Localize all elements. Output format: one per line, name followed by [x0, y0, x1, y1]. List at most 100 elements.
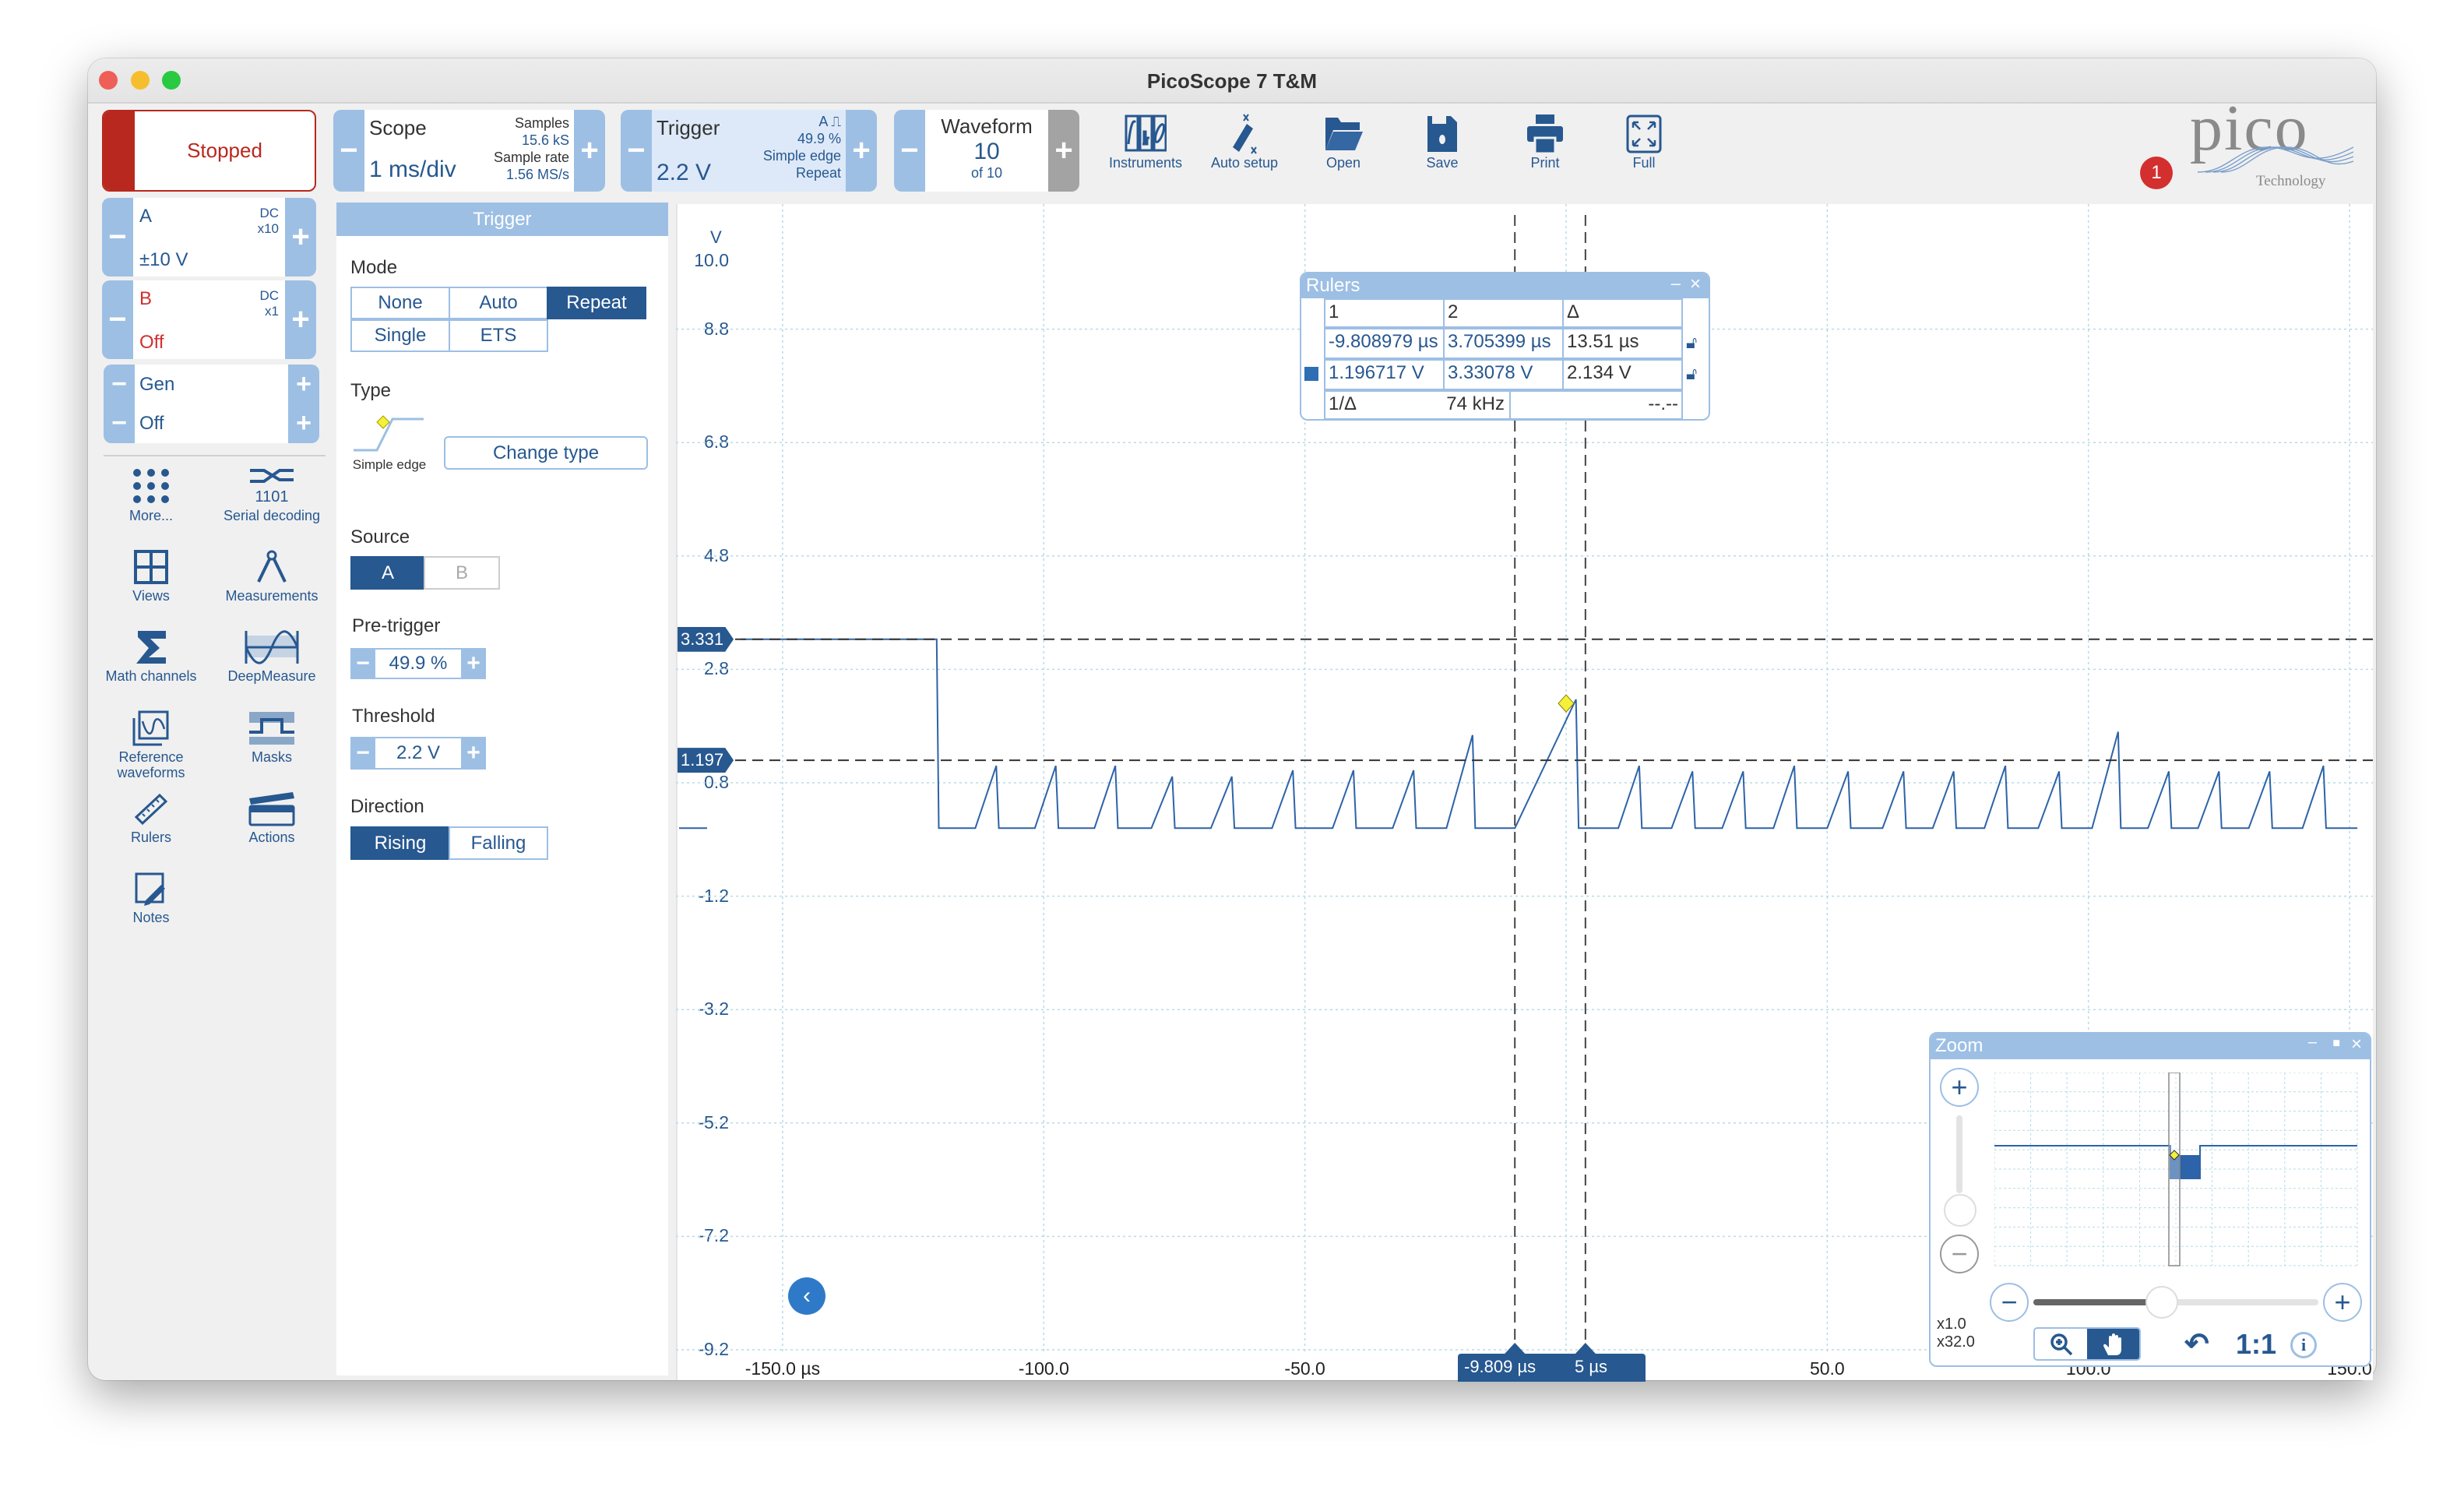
ruler-voltage-delta: 2.134 V [1562, 359, 1683, 390]
generator-increase-bottom[interactable]: + [288, 403, 319, 443]
source-a-button[interactable]: A [350, 556, 425, 590]
auto-setup-button[interactable]: Auto setup [1198, 113, 1291, 171]
horizontal-zoom-slider-knob[interactable] [2145, 1286, 2178, 1319]
tool-notes[interactable]: Notes [93, 871, 209, 925]
tool-measurements[interactable]: Measurements [213, 549, 330, 604]
tool-label: Math channels [105, 668, 197, 684]
rulers-minimize-button[interactable]: – [1671, 273, 1681, 294]
direction-falling-button[interactable]: Falling [449, 826, 548, 860]
timebase-value[interactable]: 1 ms/div [369, 157, 456, 183]
close-window-button[interactable] [99, 71, 118, 90]
pretrigger-stepper[interactable]: − 49.9 % + [350, 648, 486, 679]
save-button[interactable]: Save [1396, 113, 1489, 171]
horizontal-zoom-in-button[interactable]: + [2323, 1283, 2362, 1322]
mode-auto-button[interactable]: Auto [449, 287, 548, 319]
pan-tool-button[interactable] [2087, 1329, 2139, 1359]
waveform-number: 10 [973, 139, 1000, 164]
generator-increase-top[interactable]: + [288, 365, 319, 404]
change-type-button[interactable]: Change type [444, 436, 648, 470]
voltage-ruler-lock-icon[interactable]: 🔓︎ [1686, 364, 1697, 384]
tool-label: DeepMeasure [227, 668, 316, 684]
tool-masks[interactable]: Masks [213, 710, 330, 765]
mode-single-button[interactable]: Single [350, 319, 450, 352]
notification-badge[interactable]: 1 [2140, 157, 2173, 189]
zoom-maximize-button[interactable]: ■ [2332, 1037, 2340, 1051]
zoom-window-button[interactable] [162, 71, 181, 90]
simple-edge-type[interactable]: Simple edge [350, 410, 428, 473]
print-button[interactable]: Print [1498, 113, 1592, 171]
tool-views[interactable]: Views [93, 549, 209, 604]
channel-a-range[interactable]: ±10 V [139, 249, 188, 271]
pretrigger-increase[interactable]: + [461, 648, 486, 679]
info-icon[interactable]: i [2290, 1332, 2317, 1358]
open-button[interactable]: Open [1297, 113, 1390, 171]
sample-rate-label: Sample rate [493, 150, 569, 165]
tool-more[interactable]: More... [93, 467, 209, 523]
instruments-button[interactable]: Instruments [1099, 113, 1192, 171]
source-b-button[interactable]: B [424, 556, 500, 590]
tool-serial-decoding[interactable]: 1101 Serial decoding [213, 467, 330, 523]
serial-decoding-icon: 1101 [250, 469, 294, 505]
tool-actions[interactable]: Actions [213, 791, 330, 845]
zoom-tool-button[interactable] [2035, 1329, 2087, 1359]
run-status-label: Stopped [187, 139, 262, 162]
channel-b-range-decrease[interactable]: − [102, 280, 133, 359]
threshold-stepper[interactable]: − 2.2 V + [350, 737, 486, 770]
trigger-increase-button[interactable]: + [846, 110, 877, 192]
threshold-value[interactable]: 2.2 V [375, 737, 461, 770]
trigger-level[interactable]: 2.2 V [656, 160, 711, 186]
timebase-increase-button[interactable]: + [574, 110, 605, 192]
vertical-zoom-out-button[interactable]: − [1940, 1235, 1979, 1273]
sample-rate-value: 1.56 MS/s [505, 167, 569, 182]
zoom-close-button[interactable]: × [2351, 1034, 2362, 1055]
vertical-zoom-in-button[interactable]: + [1940, 1068, 1979, 1107]
threshold-increase[interactable]: + [461, 737, 486, 770]
mode-repeat-button[interactable]: Repeat [547, 287, 646, 319]
save-label: Save [1426, 155, 1459, 171]
tool-rulers[interactable]: Rulers [93, 791, 209, 845]
voltage-ruler-handle[interactable]: 3.331 [678, 626, 734, 652]
zoom-minimize-button[interactable]: – [2308, 1034, 2317, 1051]
rulers-close-button[interactable]: × [1690, 273, 1701, 295]
channel-a-range-decrease[interactable]: − [102, 198, 133, 277]
timebase-decrease-button[interactable]: − [333, 110, 364, 192]
tool-reference-waveforms[interactable]: Reference waveforms [93, 710, 209, 780]
channel-b-range-increase[interactable]: + [285, 280, 316, 359]
zoom-overview-plot[interactable] [1994, 1073, 2359, 1269]
reset-zoom-button[interactable]: 1:1 [2236, 1328, 2276, 1361]
auto-setup-icon [1233, 114, 1257, 154]
frequency-label: 1/Δ [1329, 393, 1357, 414]
generator-state[interactable]: Off [139, 413, 164, 435]
collapse-panel-button[interactable]: ‹ [788, 1277, 825, 1315]
tool-deepmeasure[interactable]: DeepMeasure [213, 629, 330, 684]
channel-b-range[interactable]: Off [139, 332, 164, 354]
instruments-icon [1125, 114, 1167, 152]
time-ruler-lock-icon[interactable]: 🔓︎ [1686, 333, 1697, 353]
mode-none-button[interactable]: None [350, 287, 450, 319]
previous-waveform-button[interactable]: − [894, 110, 925, 192]
pretrigger-value[interactable]: 49.9 % [375, 648, 461, 679]
minimize-window-button[interactable] [131, 71, 150, 90]
run-stop-button[interactable]: Stopped [102, 110, 316, 192]
direction-rising-button[interactable]: Rising [350, 826, 450, 860]
generator-decrease-top[interactable]: − [104, 365, 135, 404]
mode-ets-button[interactable]: ETS [449, 319, 548, 352]
vertical-zoom-slider[interactable] [1956, 1115, 1962, 1193]
rulers-panel-title: Rulers [1306, 275, 1360, 296]
trigger-decrease-button[interactable]: − [621, 110, 652, 192]
full-screen-button[interactable]: Full [1597, 113, 1691, 171]
voltage-ruler-handle[interactable]: 1.197 [678, 748, 734, 773]
horizontal-zoom-out-button[interactable]: − [1990, 1283, 2029, 1322]
pretrigger-decrease[interactable]: − [350, 648, 375, 679]
threshold-decrease[interactable]: − [350, 737, 375, 770]
ruler-time-2: 3.705399 µs [1443, 328, 1564, 359]
channel-a-range-increase[interactable]: + [285, 198, 316, 277]
trigger-control: − + Trigger 2.2 V A ⎍ 49.9 % Simple edge… [621, 110, 877, 192]
next-waveform-button[interactable]: + [1048, 110, 1079, 192]
undo-zoom-icon[interactable]: ↶ [2184, 1326, 2209, 1361]
logo-wave-icon [2198, 146, 2353, 173]
generator-decrease-bottom[interactable]: − [104, 403, 135, 443]
tool-math-channels[interactable]: Math channels [93, 629, 209, 684]
vertical-zoom-slider-knob[interactable] [1944, 1194, 1976, 1227]
more-grid-icon [133, 469, 169, 503]
